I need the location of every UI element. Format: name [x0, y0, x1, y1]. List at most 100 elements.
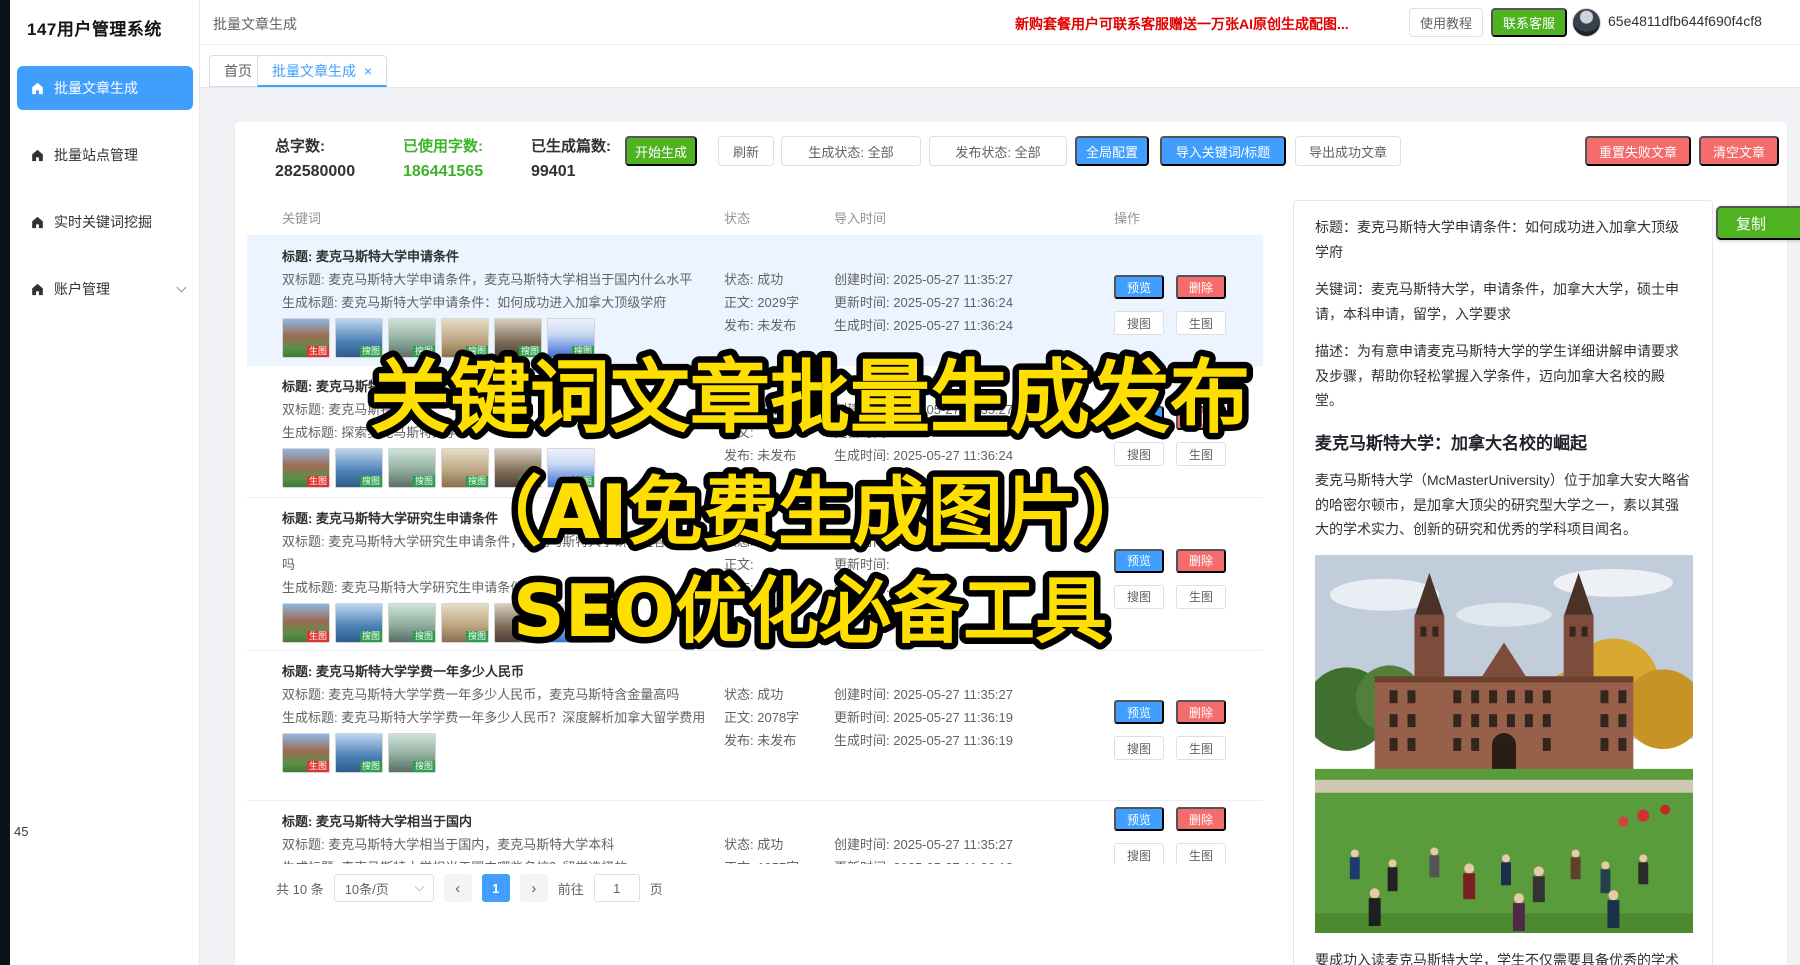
preview-button[interactable]: 预览: [1114, 549, 1164, 573]
refresh-button[interactable]: 刷新: [718, 136, 774, 166]
time-cell: 创建时间: 2025-05-27 11:35:27 更新时间: 2025-05-…: [834, 810, 1114, 864]
sidebar-item-batch-site[interactable]: 批量站点管理: [17, 133, 193, 177]
article-thumbnail[interactable]: 搜图: [335, 603, 383, 643]
generate-image-button[interactable]: 生图: [1176, 585, 1226, 609]
article-thumbnail[interactable]: 搜图: [547, 448, 595, 488]
article-thumbnail[interactable]: 搜图: [335, 733, 383, 773]
search-image-button[interactable]: 搜图: [1114, 311, 1164, 335]
article-thumbnail[interactable]: 搜图: [547, 603, 595, 643]
delete-button[interactable]: 删除: [1176, 275, 1226, 299]
import-keywords-button[interactable]: 导入关键词/标题: [1160, 136, 1286, 166]
preview-button[interactable]: 预览: [1114, 406, 1164, 430]
table-row[interactable]: 标题: 麦克马斯特大学学费一年多少人民币 双标题: 麦克马斯特大学学费一年多少人…: [247, 650, 1263, 800]
search-image-tag: 搜图: [413, 476, 435, 487]
publish-status-select[interactable]: 发布状态: 全部: [929, 136, 1067, 166]
status-cell: 状态: 成功 正文: 1957字 发布: 未发布: [724, 810, 834, 864]
delete-button[interactable]: 删除: [1176, 700, 1226, 724]
start-generate-button[interactable]: 开始生成: [625, 136, 697, 166]
word-count: 2078字: [757, 710, 799, 725]
sidebar-menu: 批量文章生成 批量站点管理 实时关键词挖掘 账户管理: [10, 66, 199, 311]
article-thumbnail[interactable]: 生图: [282, 448, 330, 488]
gen-title-label: 生成标题:: [282, 295, 338, 310]
article-thumbnail[interactable]: 生图: [282, 733, 330, 773]
article-thumbnail[interactable]: 搜图: [335, 448, 383, 488]
preview-description: 描述：为有意申请麦克马斯特大学的学生详细讲解申请要求及步骤，帮助你轻松掌握入学条…: [1315, 339, 1691, 413]
article-thumbnail[interactable]: 生图: [282, 318, 330, 358]
thumbnail-strip: 生图搜图搜图搜图搜图搜图: [282, 318, 712, 358]
current-page-button[interactable]: 1: [482, 874, 510, 902]
article-thumbnail[interactable]: 搜图: [494, 318, 542, 358]
generate-image-button[interactable]: 生图: [1176, 311, 1226, 335]
prev-page-button[interactable]: ‹: [444, 874, 472, 902]
search-image-tag: 搜图: [519, 476, 541, 487]
main-card: 总字数: 282580000 已使用字数: 186441565 已生成篇数: 9…: [235, 122, 1787, 965]
delete-button[interactable]: 删除: [1176, 406, 1226, 430]
created-time: 2025-05-27 11:35:27: [893, 837, 1013, 852]
table-row[interactable]: 标题: 麦克马斯特大学 双标题: 麦克马斯特大 生成标题: 探索麦克马斯特大学 …: [247, 365, 1263, 497]
copy-button[interactable]: 复制: [1716, 206, 1800, 240]
page-size-select[interactable]: 10条/页: [334, 874, 434, 902]
article-thumbnail[interactable]: 搜图: [441, 603, 489, 643]
updated-time: 2025-05-27 11:36:24: [893, 295, 1013, 310]
gen-image-tag: 生图: [307, 631, 329, 642]
delete-button[interactable]: 删除: [1176, 549, 1226, 573]
gen-image-tag: 生图: [307, 761, 329, 772]
search-image-tag: 搜图: [360, 761, 382, 772]
reset-failed-button[interactable]: 重置失败文章: [1585, 136, 1691, 166]
next-page-button[interactable]: ›: [520, 874, 548, 902]
search-image-button[interactable]: 搜图: [1114, 843, 1164, 864]
sidebar-item-batch-article[interactable]: 批量文章生成: [17, 66, 193, 110]
article-thumbnail[interactable]: 搜图: [388, 318, 436, 358]
preview-button[interactable]: 预览: [1114, 807, 1164, 831]
status-cell: 状态: 成功 正文: 2078字 发布: 未发布: [724, 660, 834, 800]
double-title-label: 双标题:: [282, 272, 325, 287]
table-row[interactable]: 标题: 麦克马斯特大学相当于国内 双标题: 麦克马斯特大学相当于国内，麦克马斯特…: [247, 800, 1263, 864]
status-value: 成功: [757, 402, 783, 417]
pagination-total: 共 10 条: [276, 879, 324, 898]
export-success-button[interactable]: 导出成功文章: [1295, 136, 1401, 166]
search-image-button[interactable]: 搜图: [1114, 736, 1164, 760]
article-thumbnail[interactable]: 搜图: [441, 448, 489, 488]
article-thumbnail[interactable]: 搜图: [388, 603, 436, 643]
article-thumbnail[interactable]: 生图: [282, 603, 330, 643]
article-thumbnail[interactable]: 搜图: [388, 448, 436, 488]
clear-articles-button[interactable]: 清空文章: [1699, 136, 1779, 166]
generated-title: 麦克马斯特大学申请条件：如何成功进入加拿大顶级学府: [341, 295, 666, 310]
article-thumbnail[interactable]: 搜图: [335, 318, 383, 358]
tutorial-button[interactable]: 使用教程: [1409, 8, 1483, 37]
article-thumbnail[interactable]: 搜图: [547, 318, 595, 358]
search-image-tag: 搜图: [360, 631, 382, 642]
table-row[interactable]: 标题: 麦克马斯特大学研究生申请条件 双标题: 麦克马斯特大学研究生申请条件，麦…: [247, 497, 1263, 650]
article-thumbnail[interactable]: 搜图: [494, 603, 542, 643]
tab-batch-article[interactable]: 批量文章生成 ×: [257, 55, 387, 87]
contact-support-button[interactable]: 联系客服: [1491, 8, 1567, 37]
preview-button[interactable]: 预览: [1114, 700, 1164, 724]
actions-cell: 预览 删除 搜图 生图: [1114, 507, 1259, 650]
status-cell: 状态: 成功 正文: 发布: 未发布: [724, 375, 834, 497]
article-preview-panel: 标题：麦克马斯特大学申请条件：如何成功进入加拿大顶级学府 关键词：麦克马斯特大学…: [1293, 200, 1713, 965]
article-thumbnail[interactable]: 搜图: [388, 733, 436, 773]
sidebar-item-keyword-mining[interactable]: 实时关键词挖掘: [17, 200, 193, 244]
delete-button[interactable]: 删除: [1176, 807, 1226, 831]
generate-image-button[interactable]: 生图: [1176, 843, 1226, 864]
avatar[interactable]: [1572, 8, 1601, 37]
generated-title: 探索麦克马斯特大学: [341, 425, 458, 440]
generate-image-button[interactable]: 生图: [1176, 442, 1226, 466]
actions-cell: 预览 删除 搜图 生图: [1114, 660, 1259, 800]
article-thumbnail[interactable]: 搜图: [441, 318, 489, 358]
sidebar-item-account[interactable]: 账户管理: [17, 267, 193, 311]
preview-footer-text: 要成功入读麦克马斯特大学，学生不仅需要具备优秀的学术成绩: [1315, 948, 1691, 965]
table-row[interactable]: 标题: 麦克马斯特大学申请条件 双标题: 麦克马斯特大学申请条件，麦克马斯特大学…: [247, 235, 1263, 365]
search-image-button[interactable]: 搜图: [1114, 585, 1164, 609]
article-thumbnail[interactable]: 搜图: [494, 448, 542, 488]
close-icon[interactable]: ×: [364, 64, 372, 78]
generate-image-button[interactable]: 生图: [1176, 736, 1226, 760]
home-icon: [30, 282, 45, 297]
goto-page-input[interactable]: [594, 874, 640, 902]
global-config-button[interactable]: 全局配置: [1075, 136, 1149, 166]
generate-status-select[interactable]: 生成状态: 全部: [781, 136, 921, 166]
search-image-button[interactable]: 搜图: [1114, 442, 1164, 466]
preview-button[interactable]: 预览: [1114, 275, 1164, 299]
gen-image-tag: 生图: [307, 346, 329, 357]
keyword-cell: 标题: 麦克马斯特大学研究生申请条件 双标题: 麦克马斯特大学研究生申请条件，麦…: [282, 507, 712, 650]
